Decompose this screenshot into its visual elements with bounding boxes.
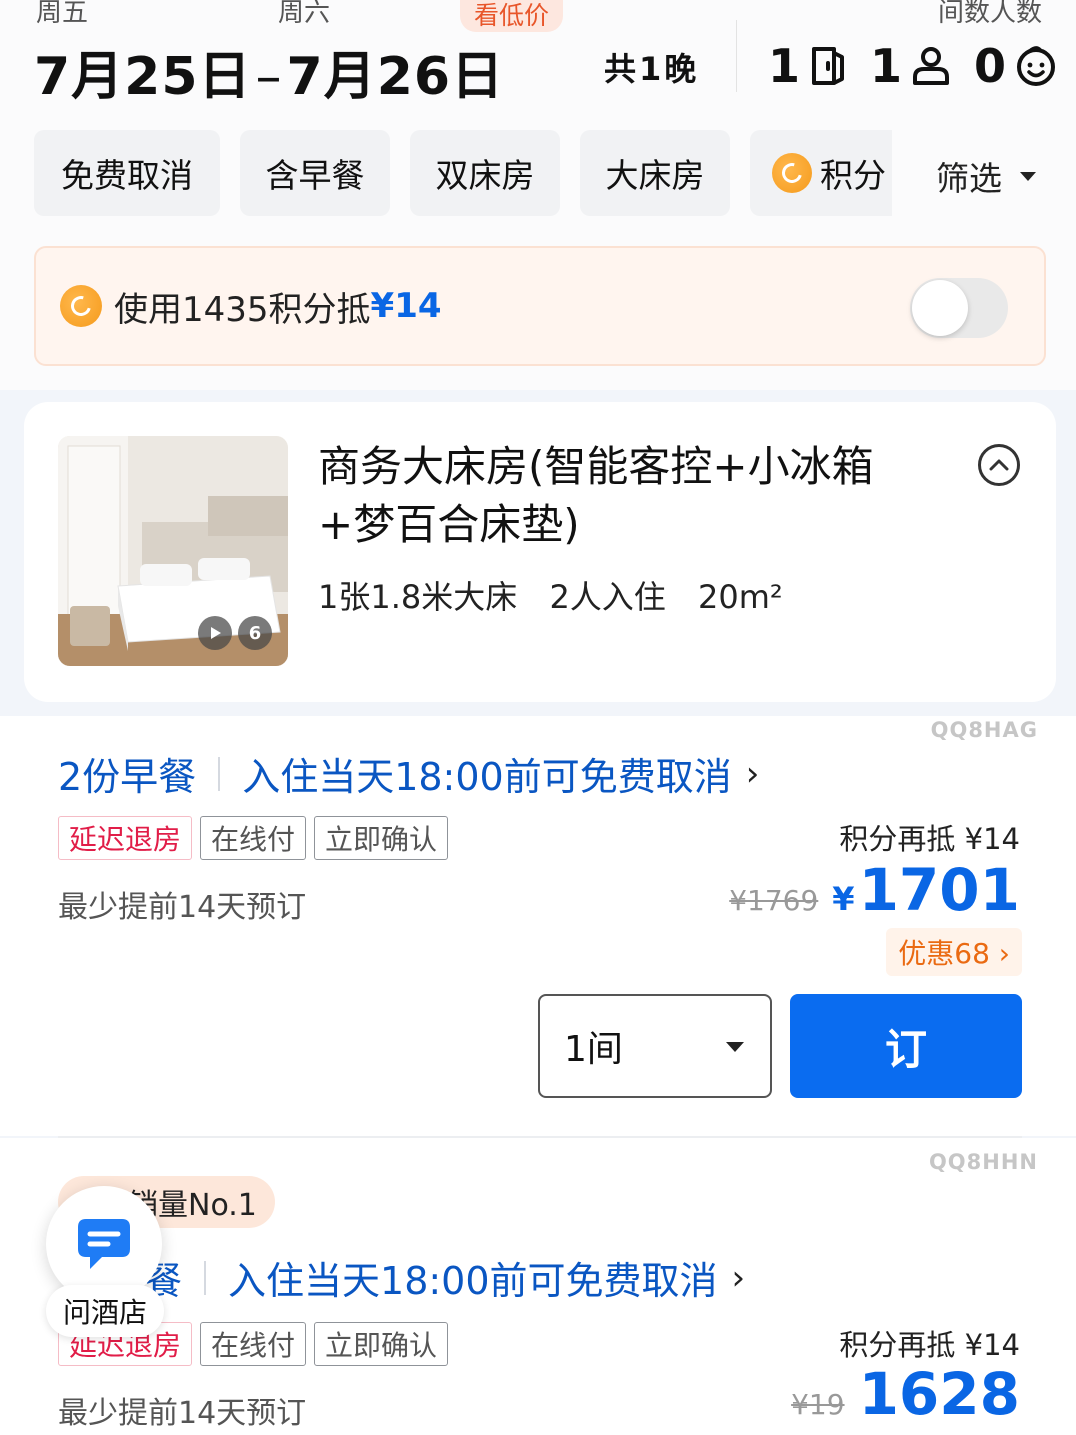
play-icon <box>198 616 232 650</box>
header-divider <box>736 20 737 92</box>
checkin-date: 7月25日 <box>34 47 252 107</box>
chevron-right-icon: › <box>745 753 760 794</box>
rate-policy-line[interactable]: 2份早餐 入住当天18:00前可免费取消 › <box>58 746 759 801</box>
room-area: 20m² <box>697 578 783 616</box>
price-currency: ¥ <box>832 880 855 918</box>
rate-plan-card: QQ8HHN 销量No.1 餐 入住当天18:00前可免费取消 › 延迟退房 在… <box>0 1138 1076 1435</box>
filter-chip-king-bed[interactable]: 大床房 <box>580 130 730 216</box>
rooms-guests-selector[interactable]: 1 1 0 <box>768 36 1058 96</box>
chevron-right-icon: › <box>731 1257 746 1298</box>
photo-badge: 6 <box>192 616 272 650</box>
current-price: 1701 <box>858 856 1020 924</box>
original-price: ¥19 <box>791 1388 845 1421</box>
price-row: ¥1769 ¥ 1701 <box>729 856 1020 924</box>
filter-chip-points-label: 积分 <box>820 156 886 195</box>
date-separator: – <box>255 47 283 107</box>
room-quantity-select[interactable]: 1间 <box>538 994 772 1098</box>
filter-label: 筛选 <box>936 159 1002 198</box>
room-door-icon <box>812 47 845 85</box>
tag-instant-confirm: 立即确认 <box>314 816 449 860</box>
collapse-button[interactable] <box>978 444 1020 486</box>
breakfast-info: 2份早餐 <box>58 755 197 799</box>
checkin-weekday: 周五 <box>36 0 89 28</box>
advance-booking-note: 最少提前14天预订 <box>58 1396 307 1431</box>
adult-icon <box>913 47 950 85</box>
checkout-weekday: 周六 <box>278 0 331 28</box>
rate-policy-line[interactable]: 餐 入住当天18:00前可免费取消 › <box>144 1250 745 1305</box>
tag-late-checkout: 延迟退房 <box>58 816 193 860</box>
points-redeem-text: 使用1435积分抵 <box>114 289 371 330</box>
room-photo[interactable]: 6 <box>58 436 288 666</box>
caret-down-icon <box>1020 171 1036 181</box>
photo-count: 6 <box>238 616 272 650</box>
quick-filters: 免费取消 含早餐 双床房 大床房 积分 <box>34 130 892 218</box>
tag-instant-confirm: 立即确认 <box>314 1322 449 1366</box>
separator <box>218 756 221 791</box>
rate-tags: 延迟退房 在线付 立即确认 <box>58 816 456 860</box>
points-again-note: 积分再抵 ¥14 <box>839 1328 1020 1362</box>
points-coin-icon <box>60 285 102 327</box>
points-again-note: 积分再抵 ¥14 <box>839 822 1020 856</box>
original-price: ¥1769 <box>729 884 819 917</box>
rooms-guests-label: 间数人数 <box>937 0 1042 28</box>
low-price-tag[interactable]: 看低价 <box>460 0 564 32</box>
filter-chip-points[interactable]: 积分 <box>750 130 892 216</box>
book-button[interactable]: 订 <box>790 994 1022 1098</box>
filter-chip-free-cancel[interactable]: 免费取消 <box>34 130 220 216</box>
chat-bubble-icon <box>78 1219 130 1269</box>
current-price: 1628 <box>858 1360 1020 1428</box>
tag-pay-online: 在线付 <box>200 1322 307 1366</box>
toggle-knob <box>912 280 968 336</box>
ask-hotel-label[interactable]: 问酒店 <box>46 1285 164 1337</box>
header-area: 周五 周六 看低价 间数人数 7月25日–7月26日 共1晚 1 1 0 免费取… <box>0 0 1076 390</box>
rate-code-watermark: QQ8HHN <box>928 1150 1038 1174</box>
filter-dropdown-button[interactable]: 筛选 <box>936 152 1036 200</box>
points-redeem-bar: 使用1435积分抵 ¥14 <box>34 246 1046 366</box>
filter-chip-twin-bed[interactable]: 双床房 <box>410 130 560 216</box>
child-icon <box>1017 46 1056 86</box>
nights-count: 共1晚 <box>604 50 700 88</box>
date-bar[interactable]: 周五 周六 看低价 间数人数 7月25日–7月26日 共1晚 1 1 0 <box>0 0 1076 120</box>
rate-code-watermark: QQ8HAG <box>930 718 1038 742</box>
checkout-date: 7月26日 <box>286 47 505 107</box>
date-range[interactable]: 7月25日–7月26日 <box>34 34 504 109</box>
price-row: ¥19 1628 <box>791 1360 1020 1428</box>
room-count: 1 <box>768 39 801 93</box>
room-specs: 1张1.8米大床 2人入住 20m² <box>318 572 805 618</box>
filter-chip-breakfast[interactable]: 含早餐 <box>240 130 390 216</box>
chevron-up-icon <box>989 459 1009 471</box>
separator <box>204 1260 207 1295</box>
cancel-policy: 入住当天18:00前可免费取消 <box>228 1259 718 1303</box>
tag-pay-online: 在线付 <box>200 816 307 860</box>
cancel-policy: 入住当天18:00前可免费取消 <box>242 755 732 799</box>
discount-badge[interactable]: 优惠68 › <box>886 928 1022 976</box>
rate-plan-card: QQ8HAG 2份早餐 入住当天18:00前可免费取消 › 延迟退房 在线付 立… <box>0 716 1076 1136</box>
caret-down-icon <box>726 1042 744 1052</box>
points-toggle[interactable] <box>910 278 1008 338</box>
points-coin-icon <box>772 153 812 193</box>
adult-count: 1 <box>870 39 903 93</box>
room-occupancy: 2人入住 <box>549 578 666 616</box>
room-quantity-value: 1间 <box>564 1029 623 1070</box>
room-card[interactable]: 6 商务大床房(智能客控+小冰箱+梦百合床垫) 1张1.8米大床 2人入住 20… <box>24 402 1056 702</box>
room-title: 商务大床房(智能客控+小冰箱+梦百合床垫) <box>318 442 874 549</box>
points-redeem-amount: ¥14 <box>370 286 442 326</box>
room-bed: 1张1.8米大床 <box>318 578 518 616</box>
child-count: 0 <box>974 39 1007 93</box>
advance-booking-note: 最少提前14天预订 <box>58 890 307 925</box>
